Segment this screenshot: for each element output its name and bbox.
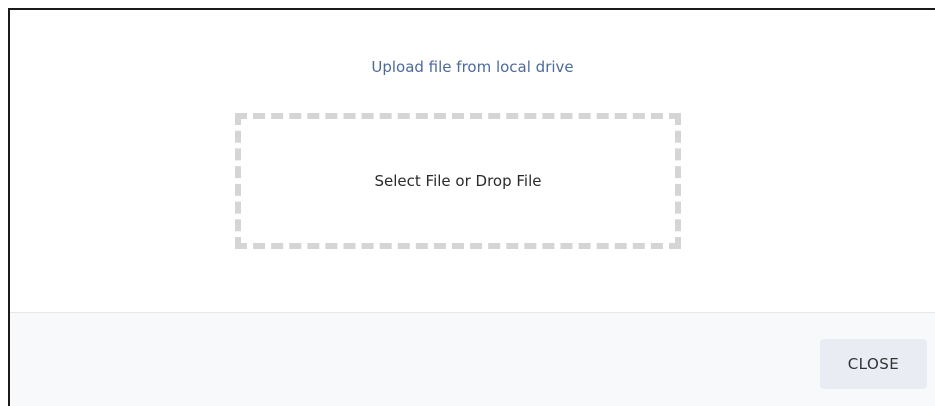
drop-zone-label: Select File or Drop File [374,172,542,190]
file-drop-zone[interactable]: Select File or Drop File [235,113,681,249]
dialog-body: Upload file from local drive Select File… [10,10,935,312]
upload-title: Upload file from local drive [371,58,574,76]
close-button[interactable]: CLOSE [820,339,927,389]
dialog-footer: CLOSE [10,312,935,406]
upload-dialog: Upload file from local drive Select File… [8,8,935,406]
